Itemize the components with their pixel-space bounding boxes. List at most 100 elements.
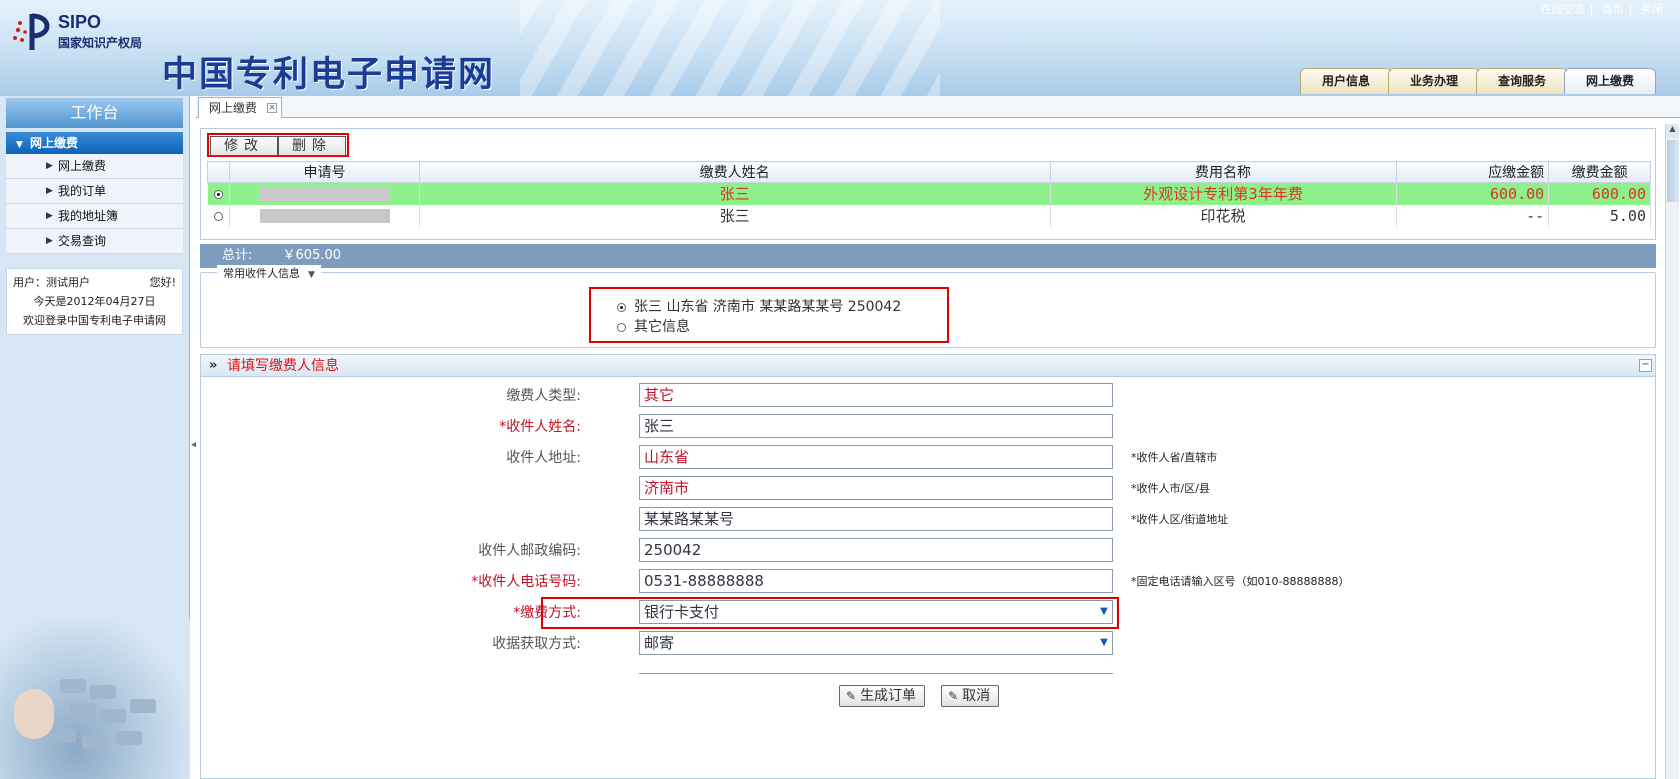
payer-panel-header: » 请填写缴费人信息 − bbox=[201, 355, 1655, 377]
recipient-option-other[interactable]: 其它信息 bbox=[617, 317, 947, 337]
recipient-option-saved[interactable]: 张三 山东省 济南市 某某路某某号 250042 bbox=[617, 297, 947, 317]
close-icon[interactable]: ✕ bbox=[267, 103, 278, 113]
page-tabbar: 网上缴费 ✕ bbox=[196, 96, 1680, 118]
welcome-line: 欢迎登录中国专利电子申请网 bbox=[23, 314, 166, 327]
paid-amount-cell: 600.00 bbox=[1548, 182, 1651, 205]
phone-hint: *固定电话请输入区号（如010-88888888） bbox=[1131, 575, 1350, 588]
payer-panel-title: 请填写缴费人信息 bbox=[227, 358, 339, 374]
recipient-option-label: 张三 山东省 济南市 某某路某某号 250042 bbox=[634, 299, 902, 315]
recipient-legend[interactable]: 常用收件人信息 ▼ bbox=[217, 265, 321, 281]
dropdown-arrow-icon[interactable]: ▼ bbox=[1097, 633, 1111, 653]
vertical-scrollbar[interactable]: ▲ bbox=[1665, 124, 1679, 779]
redacted-block bbox=[259, 209, 390, 223]
link-close[interactable]: 关闭 bbox=[1641, 3, 1663, 16]
form-action-buttons: ✎ 生成订单 ✎ 取消 bbox=[839, 685, 1000, 707]
payment-method-select[interactable]: 银行卡支付 ▼ bbox=[639, 600, 1113, 624]
row-city: 济南市 *收件人市/区/县 bbox=[201, 476, 1641, 502]
row-province: 收件人地址: 山东省 *收件人省/直辖市 bbox=[201, 445, 1641, 471]
fee-name-cell: 外观设计专利第3年年费 bbox=[1050, 182, 1397, 205]
row-recipient-name: *收件人姓名: 张三 bbox=[201, 414, 1641, 440]
payer-info-panel: » 请填写缴费人信息 − 缴费人类型: 其它 *收件人姓名: 张三 收件人地址:… bbox=[200, 354, 1656, 779]
city-input[interactable]: 济南市 bbox=[639, 476, 1113, 500]
tab-user-info[interactable]: 用户信息 bbox=[1300, 68, 1392, 94]
sidebar-section-online-payment[interactable]: ▼ 网上缴费 bbox=[6, 132, 183, 154]
recipient-name-label: *收件人姓名: bbox=[499, 419, 581, 435]
payer-type-field[interactable]: 其它 bbox=[639, 383, 1113, 407]
page-tab-label: 网上缴费 bbox=[209, 101, 258, 115]
radio-button[interactable] bbox=[617, 302, 626, 312]
paid-amount-cell: 5.00 bbox=[1548, 204, 1651, 227]
due-amount-cell: -- bbox=[1396, 204, 1550, 227]
col-application-no: 申请号 bbox=[229, 161, 420, 183]
payment-method-value: 银行卡支付 bbox=[644, 603, 720, 621]
row-phone: *收件人电话号码: 0531-88888888 *固定电话请输入区号（如010-… bbox=[201, 569, 1641, 595]
scroll-up-icon[interactable]: ▲ bbox=[1666, 124, 1679, 138]
site-header: SIPO 国家知识产权局 中国专利电子申请网 在线交流 | 首页 | 关闭 用户信息… bbox=[0, 0, 1680, 96]
total-label: 总计: bbox=[222, 248, 253, 263]
sidebar-item-label: 交易查询 bbox=[58, 234, 107, 248]
date-line: 今天是2012年04月27日 bbox=[33, 295, 156, 308]
tab-business[interactable]: 业务办理 bbox=[1388, 68, 1480, 94]
triangle-right-icon: ▶ bbox=[46, 211, 53, 221]
cancel-label: 取消 bbox=[962, 688, 991, 704]
row-radio[interactable] bbox=[207, 204, 231, 227]
tab-online-payment[interactable]: 网上缴费 bbox=[1564, 68, 1656, 94]
sidebar-item-label: 我的地址簿 bbox=[58, 209, 119, 223]
dropdown-arrow-icon[interactable]: ▼ bbox=[1097, 602, 1111, 622]
cancel-button[interactable]: ✎ 取消 bbox=[941, 685, 1000, 707]
scroll-thumb[interactable] bbox=[1667, 140, 1679, 202]
radio-button[interactable] bbox=[213, 211, 223, 221]
link-home[interactable]: 首页 bbox=[1602, 3, 1624, 16]
recipient-options: 张三 山东省 济南市 某某路某某号 250042 其它信息 bbox=[589, 287, 949, 343]
link-online-chat[interactable]: 在线交流 bbox=[1541, 3, 1585, 16]
col-due-amount: 应缴金额 bbox=[1395, 161, 1550, 183]
sidebar-item-transaction-query[interactable]: ▶ 交易查询 bbox=[6, 229, 183, 254]
pencil-icon: ✎ bbox=[846, 689, 857, 703]
receipt-method-select[interactable]: 邮寄 ▼ bbox=[639, 631, 1113, 655]
tab-online-payment-page[interactable]: 网上缴费 ✕ bbox=[198, 97, 283, 118]
sidebar-title: 工作台 bbox=[6, 98, 183, 128]
sidebar-section-label: 网上缴费 bbox=[30, 136, 79, 150]
receipt-method-value: 邮寄 bbox=[644, 634, 675, 652]
greeting: 您好! bbox=[149, 276, 176, 289]
recipient-option-label: 其它信息 bbox=[634, 319, 690, 335]
triangle-down-icon: ▼ bbox=[16, 140, 23, 150]
collapse-icon[interactable]: − bbox=[1639, 359, 1652, 372]
delete-button[interactable]: 删除 bbox=[278, 136, 346, 156]
table-row[interactable]: 张三 印花税 -- 5.00 bbox=[207, 204, 1651, 227]
street-input[interactable]: 某某路某某号 bbox=[639, 507, 1113, 531]
phone-input[interactable]: 0531-88888888 bbox=[639, 569, 1113, 593]
radio-button[interactable] bbox=[617, 322, 626, 332]
user-line: 用户：测试用户 bbox=[13, 276, 90, 289]
province-input[interactable]: 山东省 bbox=[639, 445, 1113, 469]
row-radio[interactable] bbox=[207, 182, 231, 205]
table-row[interactable]: 张三 外观设计专利第3年年费 600.00 600.00 bbox=[207, 182, 1651, 205]
edit-button[interactable]: 修改 bbox=[210, 136, 278, 156]
radio-button[interactable] bbox=[213, 189, 223, 199]
application-no-masked bbox=[229, 204, 420, 227]
sidebar-item-my-orders[interactable]: ▶ 我的订单 bbox=[6, 179, 183, 204]
recipient-name-input[interactable]: 张三 bbox=[639, 414, 1113, 438]
sidebar: 工作台 ▼ 网上缴费 ▶ 网上缴费 ▶ 我的订单 ▶ 我的地址簿 ▶ 交易查询 用户：测… bbox=[0, 96, 190, 779]
address-label: 收件人地址: bbox=[506, 450, 581, 466]
pencil-icon: ✎ bbox=[948, 689, 959, 703]
payer-type-label: 缴费人类型: bbox=[506, 388, 581, 404]
row-zip: 收件人邮政编码: 250042 bbox=[201, 538, 1641, 564]
sidebar-item-label: 网上缴费 bbox=[58, 159, 107, 173]
payment-method-label: *缴费方式: bbox=[513, 605, 581, 621]
logo-text-cn: 国家知识产权局 bbox=[58, 36, 143, 50]
sidebar-item-address-book[interactable]: ▶ 我的地址簿 bbox=[6, 204, 183, 229]
sidebar-item-online-payment[interactable]: ▶ 网上缴费 bbox=[6, 154, 183, 179]
triangle-down-icon[interactable]: ▼ bbox=[308, 270, 315, 280]
total-amount: ￥605.00 bbox=[282, 248, 342, 263]
sidebar-item-label: 我的订单 bbox=[58, 184, 107, 198]
zip-input[interactable]: 250042 bbox=[639, 538, 1113, 562]
row-payer-type: 缴费人类型: 其它 bbox=[201, 383, 1641, 409]
sipo-logo-icon bbox=[13, 13, 50, 50]
tab-query[interactable]: 查询服务 bbox=[1476, 68, 1568, 94]
triangle-right-icon: ▶ bbox=[46, 236, 53, 246]
generate-order-label: 生成订单 bbox=[860, 688, 917, 704]
receipt-method-label: 收据获取方式: bbox=[492, 636, 581, 652]
generate-order-button[interactable]: ✎ 生成订单 bbox=[839, 685, 926, 707]
col-payer-name: 缴费人姓名 bbox=[418, 161, 1051, 183]
